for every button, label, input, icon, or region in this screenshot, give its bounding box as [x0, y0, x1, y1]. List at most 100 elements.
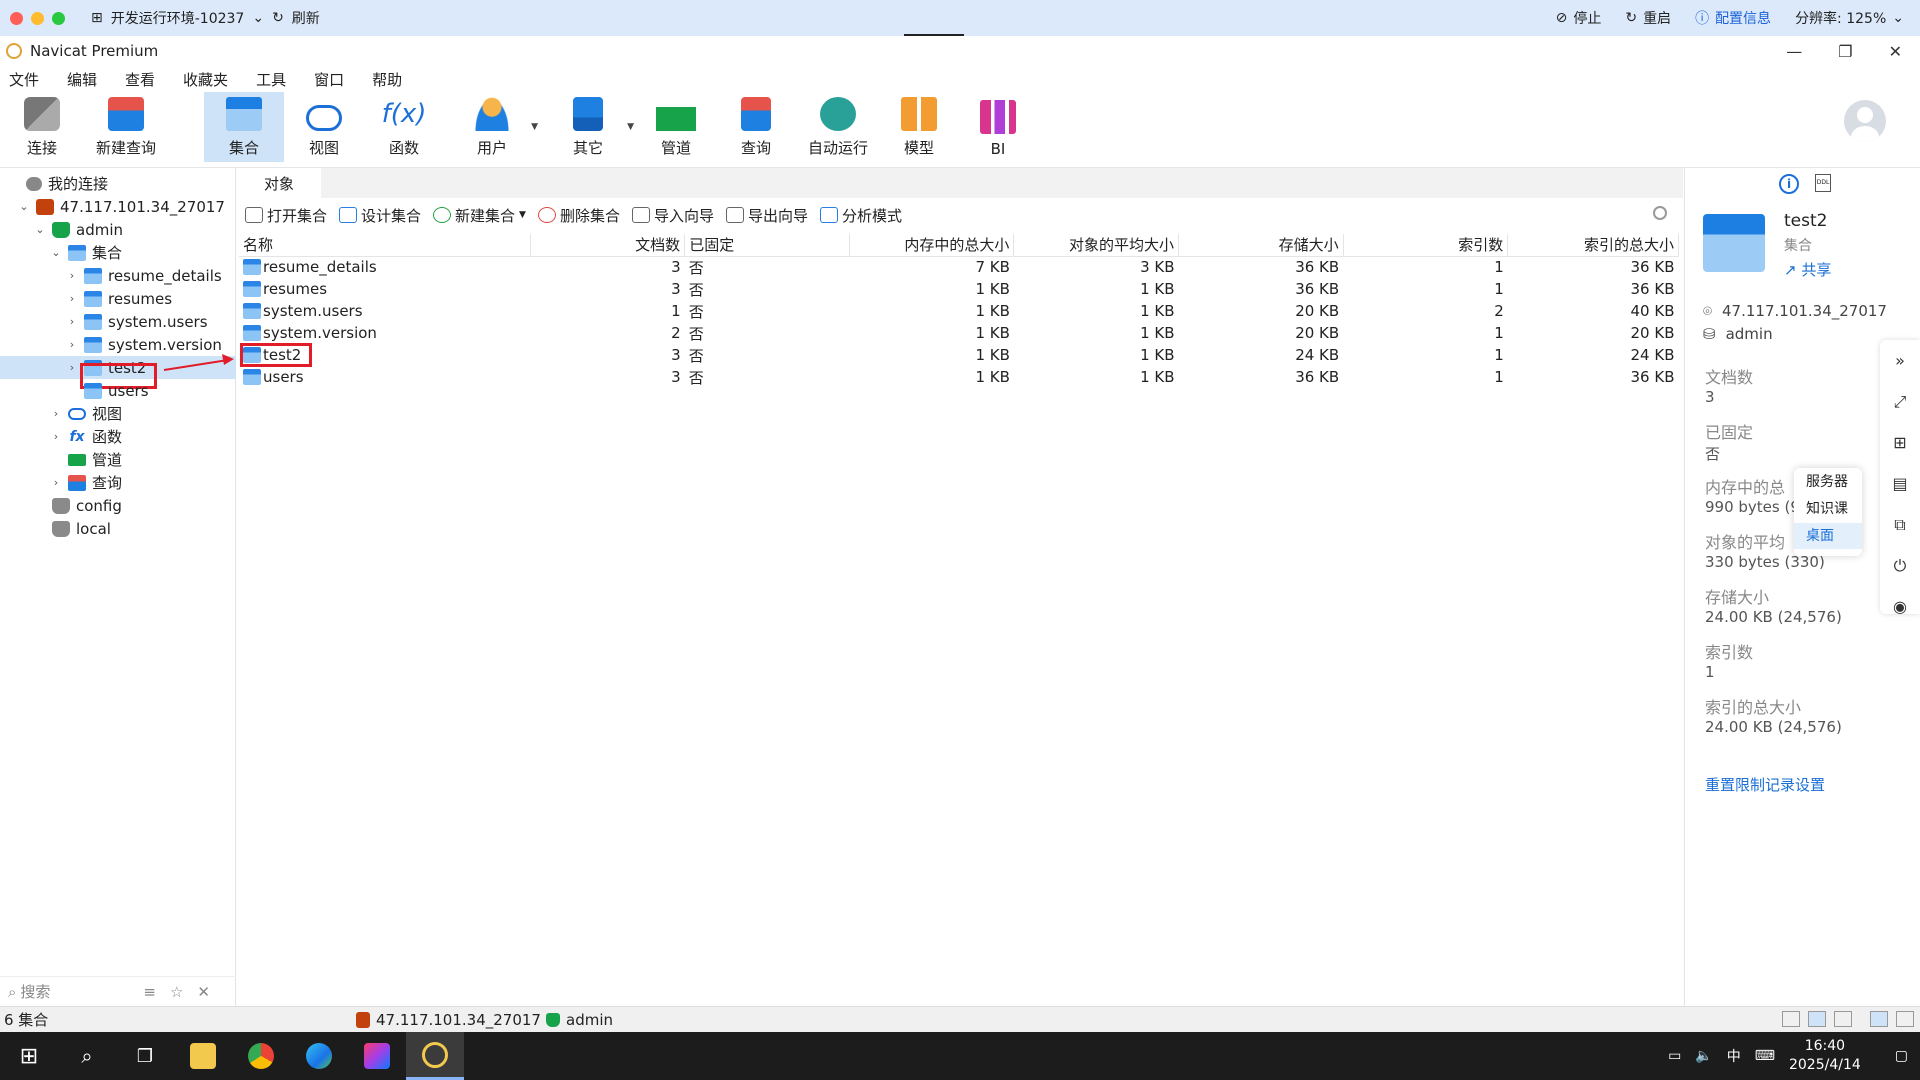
volume-icon[interactable]: 🔈 [1695, 1048, 1712, 1064]
popup-item-server[interactable]: 服务器 [1794, 469, 1862, 495]
table-row[interactable]: users 3 否 1 KB 1 KB 36 KB 1 36 KB [239, 366, 1679, 388]
menu-file[interactable]: 文件 [9, 69, 39, 90]
network-icon[interactable]: ▭ [1668, 1048, 1681, 1064]
tree-item-resume_details[interactable]: › resume_details [0, 264, 236, 287]
refresh-button[interactable]: 刷新 [292, 8, 320, 28]
chevron-right-icon[interactable]: › [50, 430, 62, 443]
tree-item-resumes[interactable]: › resumes [0, 287, 236, 310]
copy-icon[interactable]: ⧉ [1880, 504, 1920, 545]
search-input[interactable]: 搜索 [20, 981, 50, 1002]
table-row[interactable]: system.version 2 否 1 KB 1 KB 20 KB 1 20 … [239, 322, 1679, 344]
fullscreen-icon[interactable]: ⤢ [1880, 381, 1920, 422]
chevron-right-icon[interactable]: › [66, 315, 78, 328]
column-header-storage-size[interactable]: 存储大小 [1178, 234, 1344, 257]
eye-icon[interactable]: ◉ [1880, 586, 1920, 627]
expand-chevron-icon[interactable]: » [1880, 340, 1920, 381]
column-header-avg-object-size[interactable]: 对象的平均大小 [1013, 234, 1180, 257]
chevron-right-icon[interactable]: › [66, 269, 78, 282]
stop-button[interactable]: ⊘ 停止 [1556, 8, 1602, 28]
keyboard-icon[interactable]: ⌨ [1755, 1048, 1775, 1064]
tree-server[interactable]: ⌄ 47.117.101.34_27017 [0, 195, 236, 218]
column-header-index-count[interactable]: 索引数 [1343, 234, 1509, 257]
tree-functions-folder[interactable]: › fx 函数 [0, 425, 236, 448]
column-header-index-size[interactable]: 索引的总大小 [1507, 234, 1679, 257]
table-row[interactable]: test2 3 否 1 KB 1 KB 24 KB 1 24 KB [239, 343, 1679, 367]
queries-button[interactable]: 查询 [716, 92, 796, 162]
notification-icon[interactable]: ▢ [1895, 1048, 1908, 1064]
column-header-memory-size[interactable]: 内存中的总大小 [849, 234, 1015, 257]
column-header-capped[interactable]: 已固定 [684, 234, 850, 257]
open-collection-button[interactable]: 打开集合 [245, 205, 327, 226]
pipelines-button[interactable]: 管道 [636, 92, 716, 162]
minimize-dot-icon[interactable] [31, 11, 44, 25]
file-explorer-button[interactable] [174, 1032, 232, 1080]
analyze-schema-button[interactable]: 分析模式 [820, 205, 902, 226]
popup-item-desktop[interactable]: 桌面 [1794, 523, 1862, 549]
reset-limit-link[interactable]: 重置限制记录设置 [1705, 774, 1825, 795]
chevron-right-icon[interactable]: › [66, 361, 78, 374]
delete-collection-button[interactable]: 删除集合 [537, 205, 620, 226]
restart-button[interactable]: ↻ 重启 [1625, 8, 1671, 28]
table-row[interactable]: system.users 1 否 1 KB 1 KB 20 KB 2 40 KB [239, 300, 1679, 322]
share-button[interactable]: ↗ 共享 [1784, 259, 1831, 280]
new-collection-button[interactable]: 新建集合 ▼ [433, 205, 526, 226]
chevron-right-icon[interactable]: › [50, 476, 62, 489]
chevron-right-icon[interactable]: › [66, 292, 78, 305]
others-button[interactable]: 其它 ▼ [548, 92, 634, 162]
chevron-down-icon[interactable]: ⌄ [50, 246, 62, 259]
column-header-doc-count[interactable]: 文档数 [530, 234, 686, 257]
maximize-dot-icon[interactable] [52, 11, 65, 25]
search-button[interactable]: ⌕ [58, 1032, 116, 1080]
restore-icon[interactable]: ❐ [1838, 42, 1852, 61]
connect-button[interactable]: 连接 [2, 92, 82, 162]
left-pane-icon[interactable] [1870, 1011, 1888, 1027]
ddl-icon[interactable]: DDL [1815, 174, 1831, 192]
table-row[interactable]: resumes 3 否 1 KB 1 KB 36 KB 1 36 KB [239, 278, 1679, 300]
filter-icon[interactable]: ≡ [143, 983, 156, 1001]
tree-db-local[interactable]: local [0, 517, 236, 540]
menu-edit[interactable]: 编辑 [67, 69, 97, 90]
detail-view-icon[interactable] [1834, 1011, 1852, 1027]
collections-button[interactable]: 集合 [204, 92, 284, 162]
list-view-icon[interactable] [1808, 1011, 1826, 1027]
my-connections-header[interactable]: 我的连接 [0, 172, 236, 195]
views-button[interactable]: 视图 [284, 92, 364, 162]
import-wizard-button[interactable]: 导入向导 [631, 205, 714, 226]
caret-down-icon[interactable]: ▼ [531, 122, 538, 132]
users-button[interactable]: 用户 ▼ [452, 92, 538, 162]
chevron-right-icon[interactable]: › [50, 407, 62, 420]
new-query-button[interactable]: 新建查询 [84, 92, 168, 162]
tab-objects[interactable]: 对象 [237, 168, 321, 198]
grid-icon[interactable]: ⊞ [1880, 422, 1920, 463]
collapse-icon[interactable]: ✕ [197, 983, 210, 1001]
right-pane-icon[interactable] [1896, 1011, 1914, 1027]
menu-tools[interactable]: 工具 [256, 69, 286, 90]
chevron-down-icon[interactable]: ⌄ [34, 223, 46, 236]
chrome-button[interactable] [232, 1032, 290, 1080]
menu-help[interactable]: 帮助 [372, 69, 402, 90]
close-dot-icon[interactable] [10, 11, 23, 25]
popup-item-course[interactable]: 知识课 [1794, 496, 1862, 522]
config-info-button[interactable]: ⓘ 配置信息 [1695, 8, 1771, 28]
tree-item-system-users[interactable]: › system.users [0, 310, 236, 333]
tree-db-admin[interactable]: ⌄ admin [0, 218, 236, 241]
bi-button[interactable]: BI [958, 92, 1038, 162]
resolution-selector[interactable]: 分辨率: 125% ⌄ [1795, 8, 1904, 28]
search-icon[interactable] [1653, 206, 1667, 220]
layout-icon[interactable]: ▤ [1880, 463, 1920, 504]
model-button[interactable]: 模型 [880, 92, 958, 162]
caret-down-icon[interactable]: ▼ [519, 210, 526, 220]
functions-button[interactable]: f(x) 函数 [364, 92, 444, 162]
navicat-button[interactable] [406, 1032, 464, 1080]
env-selector[interactable]: 开发运行环境-10237 [111, 8, 245, 28]
info-icon[interactable]: i [1779, 174, 1799, 194]
design-collection-button[interactable]: 设计集合 [339, 205, 421, 226]
tree-pipelines-folder[interactable]: 管道 [0, 448, 236, 471]
tree-queries-folder[interactable]: › 查询 [0, 471, 236, 494]
tree-collections-folder[interactable]: ⌄ 集合 [0, 241, 236, 264]
minimize-icon[interactable]: — [1786, 42, 1802, 61]
table-row[interactable]: resume_details 3 否 7 KB 3 KB 36 KB 1 36 … [239, 256, 1679, 278]
chevron-right-icon[interactable]: › [66, 338, 78, 351]
close-icon[interactable]: ✕ [1889, 42, 1902, 61]
ime-indicator[interactable]: 中 [1727, 1046, 1741, 1066]
